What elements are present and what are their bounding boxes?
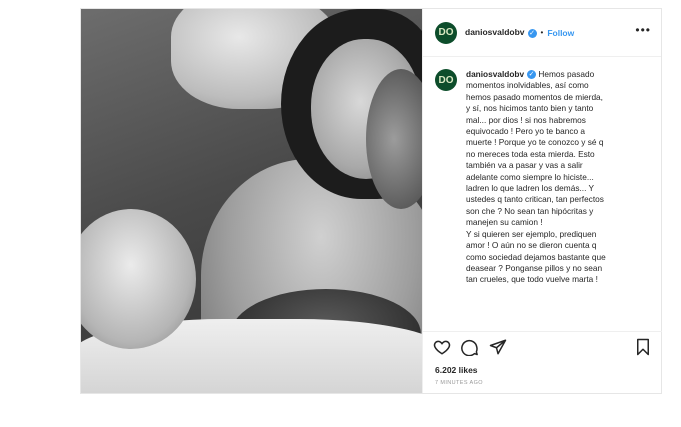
comment-icon[interactable] [461,338,479,356]
heart-icon[interactable] [433,338,451,356]
separator-dot: • [540,28,544,37]
username-link[interactable]: daniosvaldobv ✓ [465,27,537,38]
more-options-icon[interactable]: ••• [635,23,651,37]
caption-avatar-initials: DO [438,74,454,86]
verified-badge-icon: ✓ [527,28,537,38]
post-header: DO daniosvaldobv ✓ • Follow ••• [423,9,661,57]
avatar[interactable]: DO [435,21,457,44]
caption-verified-badge-icon: ✓ [527,70,537,80]
avatar-initials: DO [438,27,454,38]
post-sidebar: DO daniosvaldobv ✓ • Follow ••• DO danios… [422,9,662,393]
follow-button[interactable]: Follow [547,28,574,38]
action-bar [423,331,662,361]
caption-avatar[interactable]: DO [435,69,457,91]
likes-count[interactable]: 6.202 likes [435,365,478,375]
caption-text-block: daniosvaldobv ✓ Hemos pasado momentos ino… [466,69,606,286]
instagram-post: DO daniosvaldobv ✓ • Follow ••• DO danios… [80,8,662,394]
username-text: daniosvaldobv [465,27,525,38]
caption: DO daniosvaldobv ✓ Hemos pasado momentos … [423,57,661,319]
caption-body: Hemos pasado momentos inolvidables, así … [466,69,606,285]
caption-username[interactable]: daniosvaldobv [466,69,524,79]
post-timestamp[interactable]: 7 MINUTES AGO [435,380,483,386]
bookmark-icon[interactable] [634,338,652,356]
share-icon[interactable] [489,338,507,356]
post-photo[interactable] [81,9,422,393]
